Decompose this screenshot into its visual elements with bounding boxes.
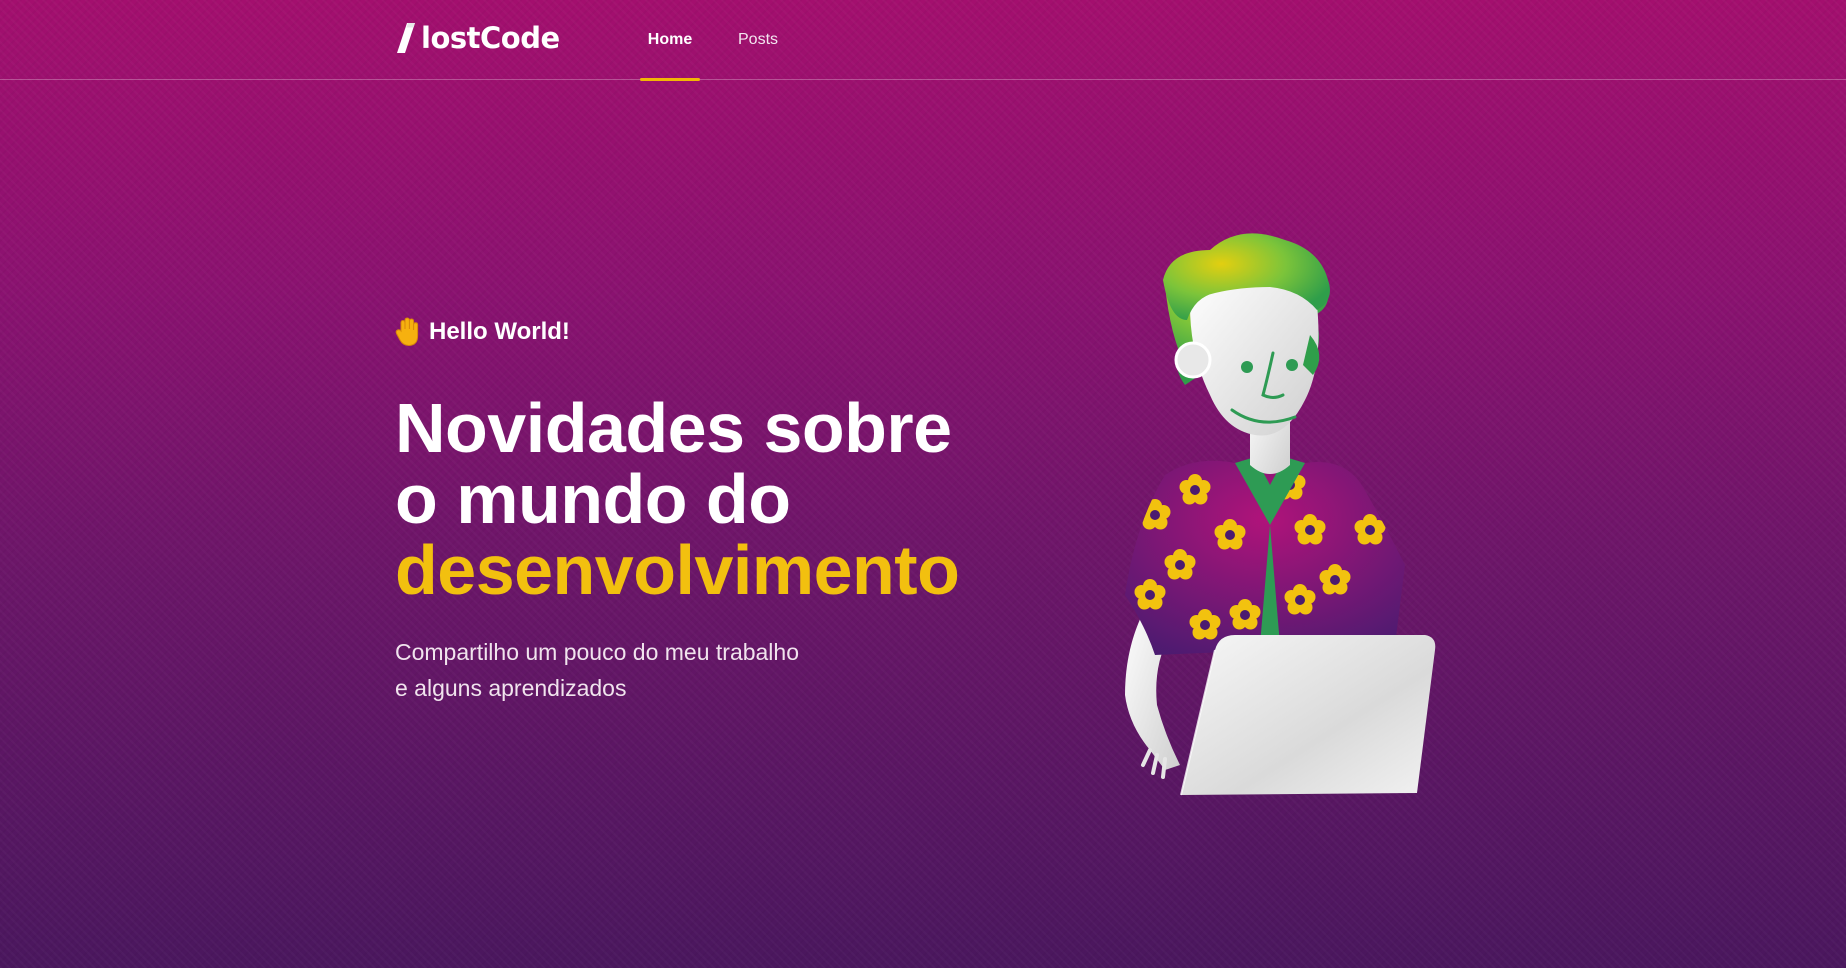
logo-text: lostCode [421, 21, 560, 55]
headline-line-1: Novidades sobre [395, 389, 952, 467]
hero-headline: Novidades sobre o mundo do desenvolvimen… [395, 393, 1015, 606]
main-nav: Home Posts [640, 0, 786, 81]
nav-item-home-label: Home [647, 31, 693, 48]
nav-item-posts-label: Posts [738, 31, 779, 48]
developer-with-laptop-illustration [1125, 233, 1436, 796]
developer-illustration [1095, 225, 1455, 805]
headline-line-2: o mundo do [395, 460, 791, 538]
subtitle-line-1: Compartilho um pouco do meu trabalho [395, 639, 800, 665]
nav-item-home[interactable]: Home [640, 0, 700, 81]
hero-subtitle: Compartilho um pouco do meu trabalho e a… [395, 634, 1015, 706]
hero-section: Hello World! Novidades sobre o mundo do … [395, 315, 1015, 706]
active-nav-indicator [640, 78, 700, 81]
nav-item-posts[interactable]: Posts [730, 0, 786, 80]
greeting-text: Hello World! [429, 318, 570, 345]
headline-accent: desenvolvimento [395, 531, 960, 609]
site-logo[interactable]: lostCode [395, 20, 560, 56]
hero-greeting: Hello World! [395, 315, 1015, 349]
waving-hand-icon [395, 317, 419, 347]
subtitle-line-2: e alguns aprendizados [395, 675, 627, 701]
logo-slash-icon [397, 23, 415, 53]
site-header: lostCode Home Posts [0, 0, 1846, 81]
